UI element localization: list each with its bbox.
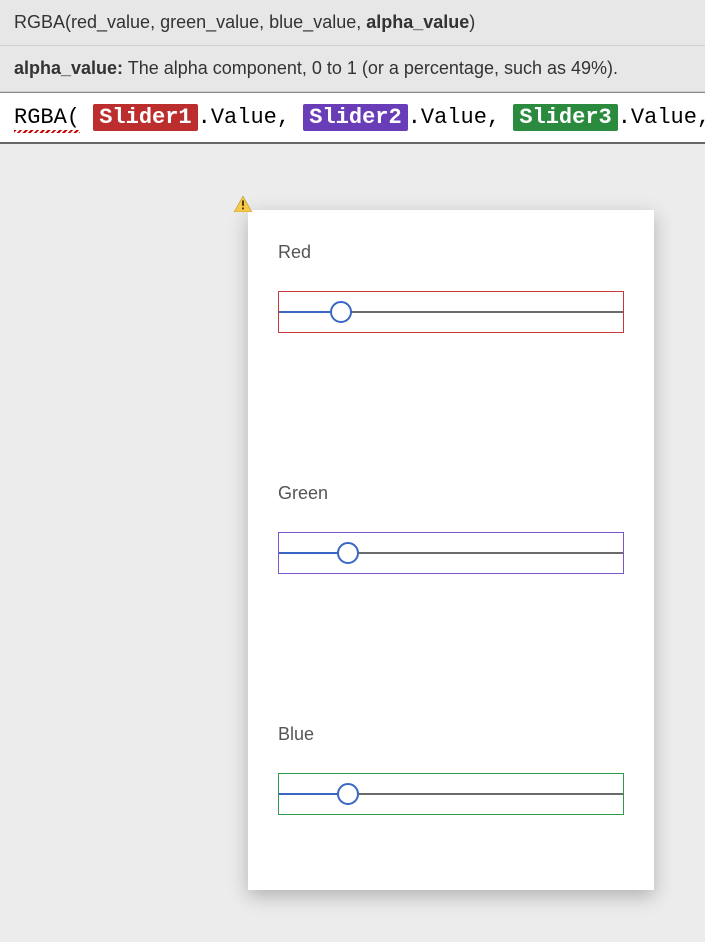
- slider-red[interactable]: [278, 291, 624, 333]
- sig-prefix: RGBA(red_value, green_value, blue_value,: [14, 12, 366, 32]
- slider-track-rest: [341, 311, 623, 313]
- formula-tok: .Value,: [618, 105, 705, 130]
- preview-card[interactable]: Red Green Blue: [248, 210, 654, 890]
- formula-ref-slider1[interactable]: Slider1: [93, 104, 197, 131]
- sig-suffix: ): [469, 12, 475, 32]
- slider-track-rest: [348, 793, 623, 795]
- slider-block-blue: Blue: [278, 724, 624, 815]
- slider-blue[interactable]: [278, 773, 624, 815]
- slider-label-red: Red: [278, 242, 624, 263]
- warning-icon: [234, 196, 252, 212]
- slider-thumb[interactable]: [337, 783, 359, 805]
- intellisense-signature: RGBA(red_value, green_value, blue_value,…: [0, 0, 705, 46]
- slider-block-green: Green: [278, 483, 624, 574]
- param-name: alpha_value:: [14, 58, 123, 78]
- design-canvas[interactable]: Red Green Blue: [0, 144, 705, 924]
- sig-active-param: alpha_value: [366, 12, 469, 32]
- slider-track-rest: [348, 552, 623, 554]
- formula-bar[interactable]: RGBA( Slider1.Value, Slider2.Value, Slid…: [0, 92, 705, 144]
- formula-tok: .Value,: [198, 105, 290, 130]
- slider-thumb[interactable]: [337, 542, 359, 564]
- slider-green[interactable]: [278, 532, 624, 574]
- slider-block-red: Red: [278, 242, 624, 333]
- formula-ref-slider3[interactable]: Slider3: [513, 104, 617, 131]
- intellisense-param-description: alpha_value: The alpha component, 0 to 1…: [0, 46, 705, 92]
- formula-func-open: RGBA(: [14, 105, 80, 130]
- formula-ref-slider2[interactable]: Slider2: [303, 104, 407, 131]
- param-desc: The alpha component, 0 to 1 (or a percen…: [123, 58, 618, 78]
- slider-thumb[interactable]: [330, 301, 352, 323]
- slider-label-green: Green: [278, 483, 624, 504]
- formula-expression[interactable]: RGBA( Slider1.Value, Slider2.Value, Slid…: [14, 105, 705, 130]
- slider-label-blue: Blue: [278, 724, 624, 745]
- formula-tok: .Value,: [408, 105, 500, 130]
